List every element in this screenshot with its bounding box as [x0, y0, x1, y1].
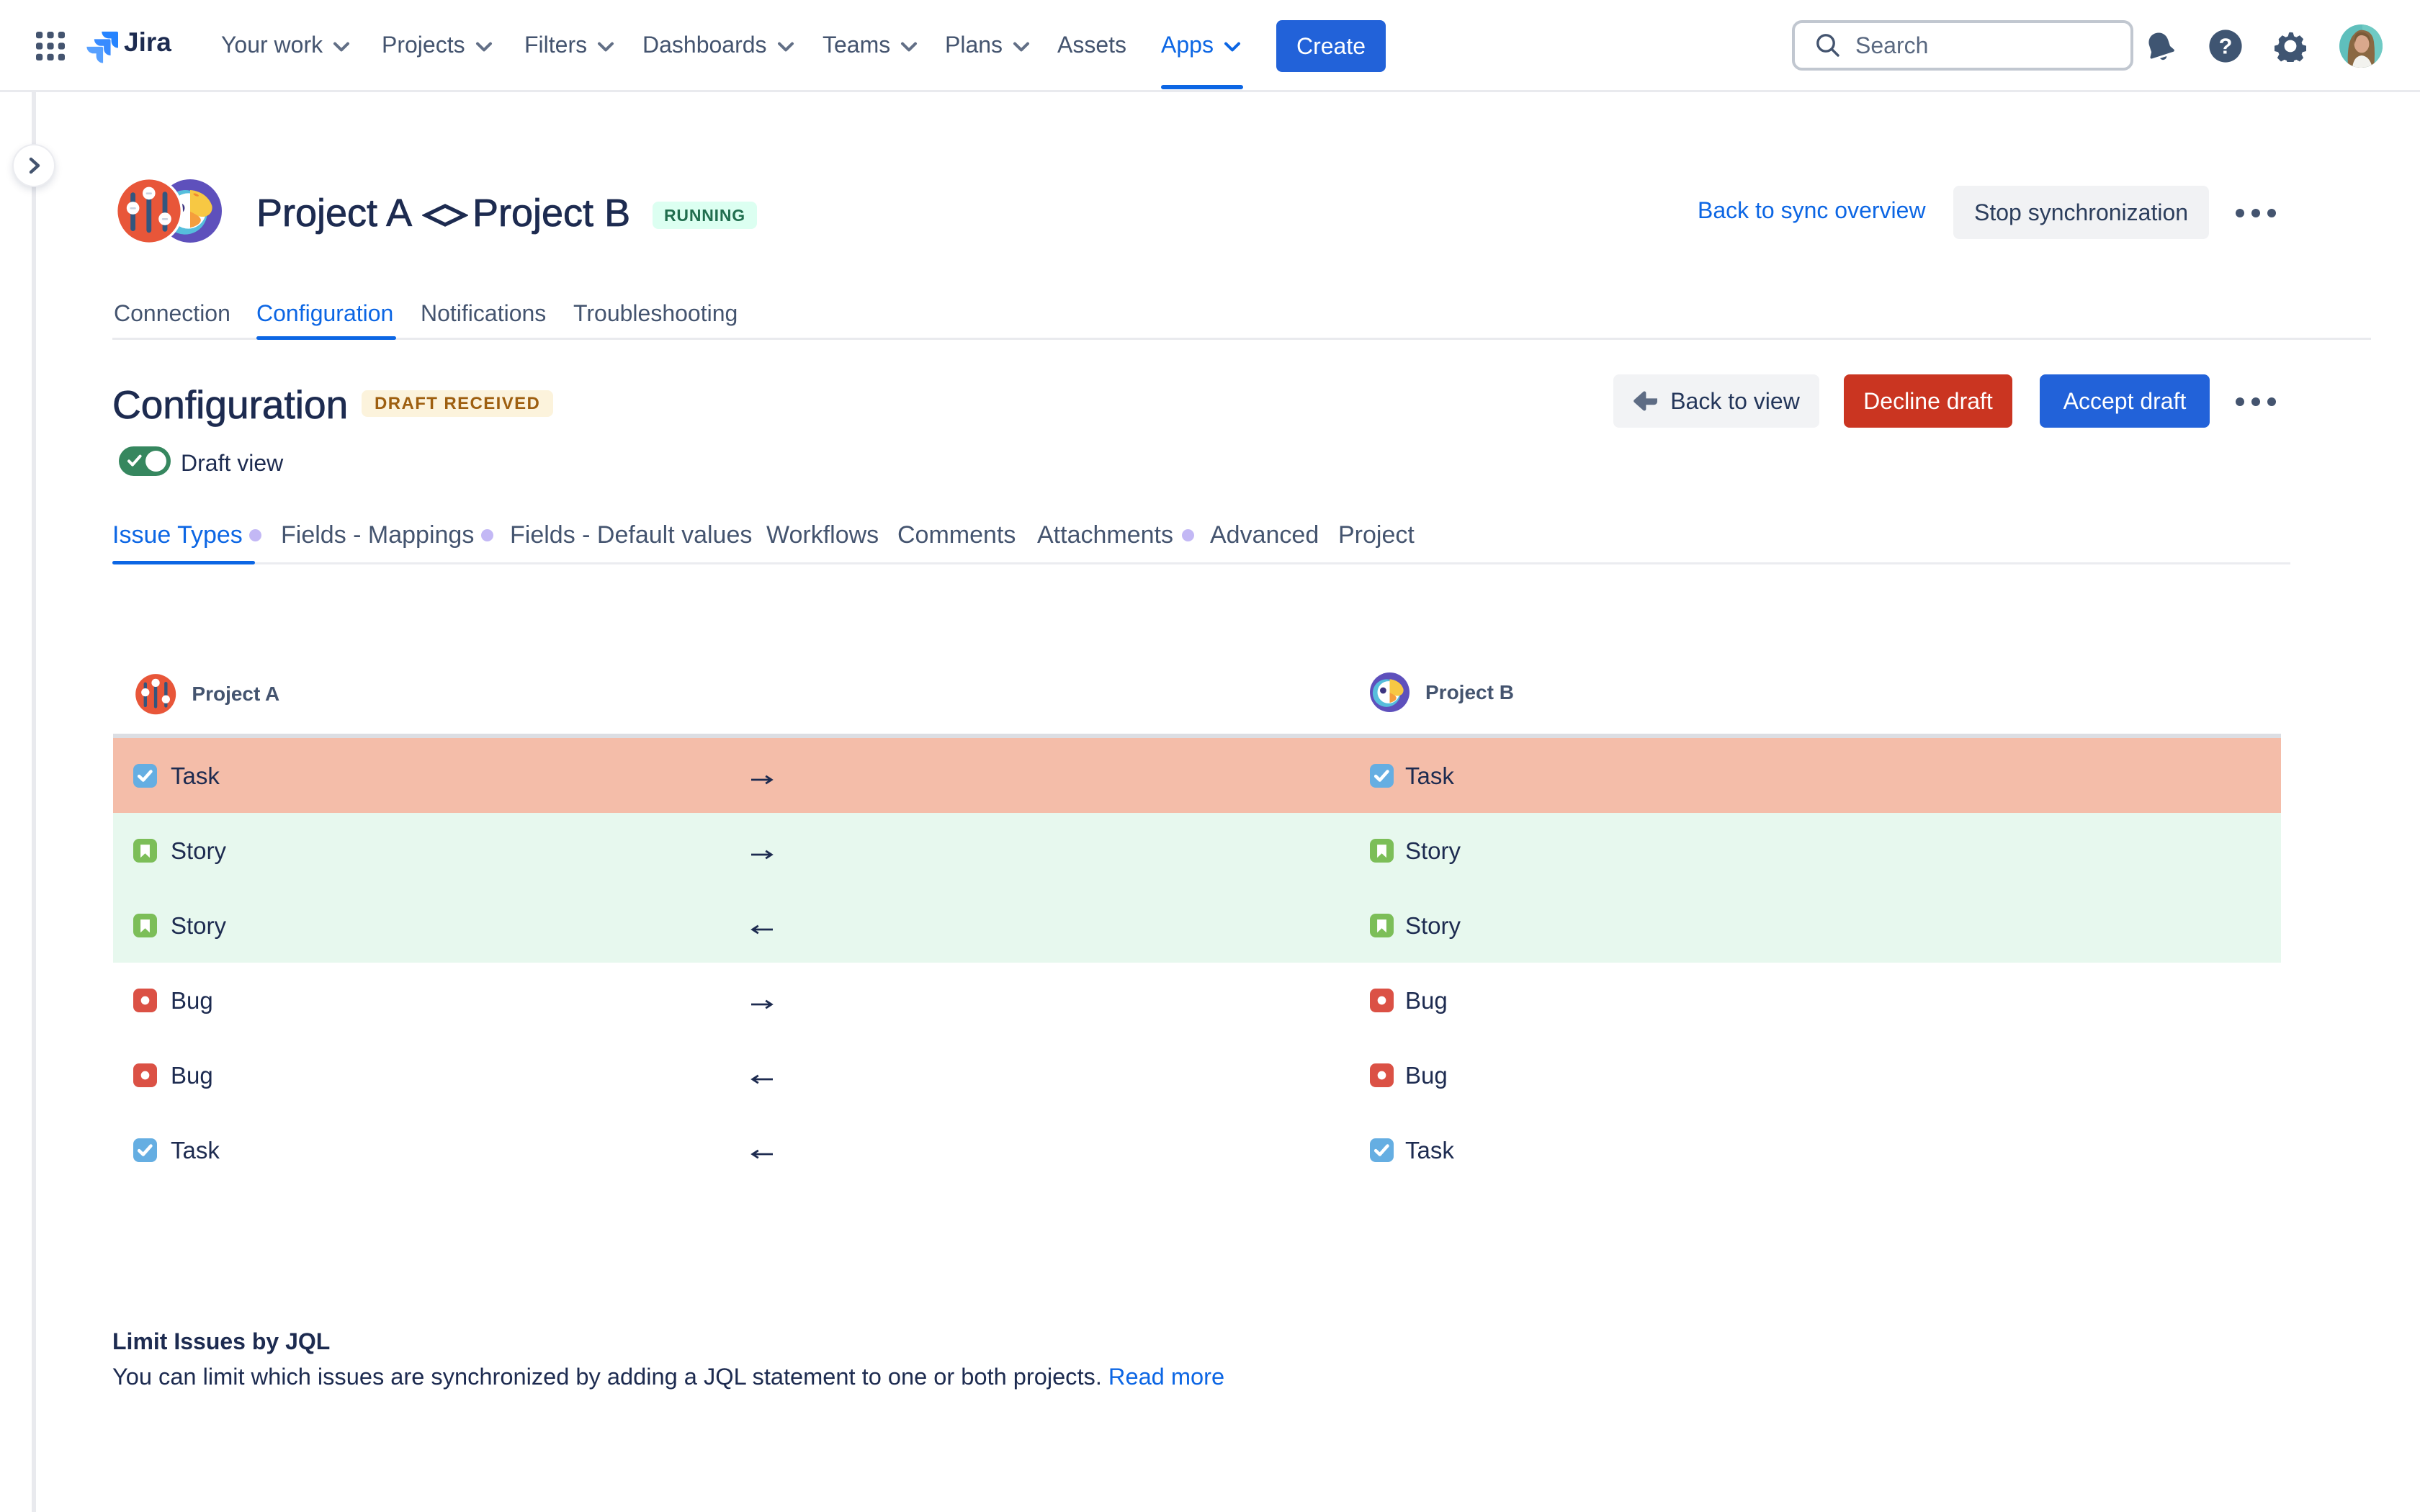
svg-text:?: ?	[2219, 33, 2233, 58]
